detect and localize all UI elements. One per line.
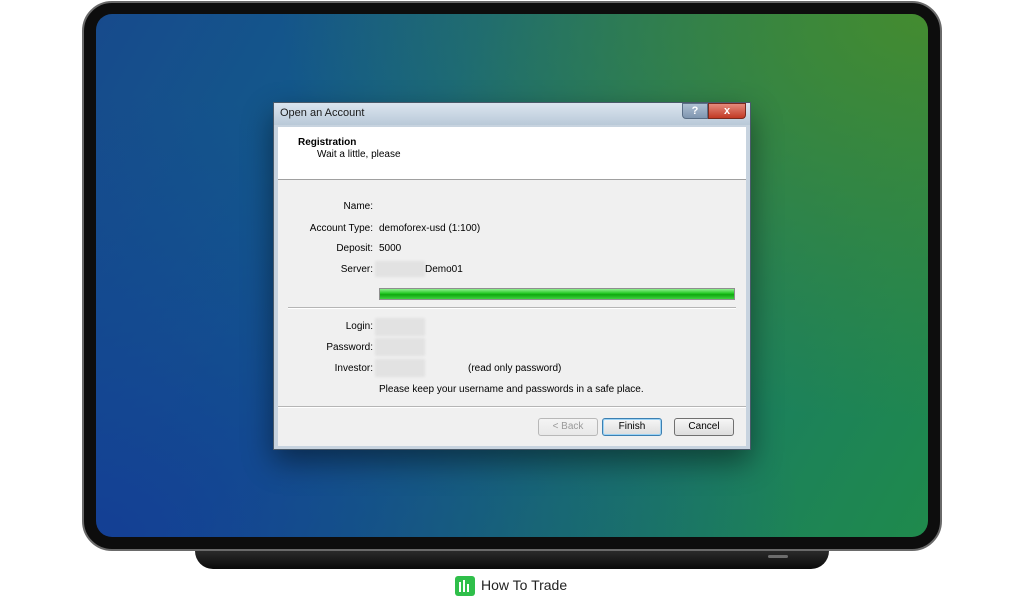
wizard-header: Registration Wait a little, please: [278, 127, 746, 180]
wizard-body: Name: Account Type: demoforex-usd (1:100…: [278, 180, 746, 446]
deposit-label: Deposit:: [336, 243, 373, 254]
close-button[interactable]: x: [708, 103, 746, 119]
server-redacted: [375, 261, 425, 277]
account-type-label: Account Type:: [309, 223, 373, 234]
password-label: Password:: [326, 342, 373, 353]
name-label: Name:: [343, 201, 373, 212]
registration-progress-bar: [379, 288, 735, 300]
server-label: Server:: [340, 264, 373, 275]
finish-button[interactable]: Finish: [602, 418, 662, 436]
cancel-button[interactable]: Cancel: [674, 418, 734, 436]
wizard-step-title: Registration: [298, 137, 357, 148]
open-account-dialog: Open an Account ? x Registration Wait a …: [273, 102, 751, 450]
account-type-value: demoforex-usd (1:100): [379, 223, 481, 234]
separator-top: [288, 307, 736, 309]
bar-chart-icon: [455, 576, 475, 596]
progress-fill: [380, 289, 734, 299]
dialog-titlebar[interactable]: Open an Account ? x: [274, 103, 750, 125]
keep-safe-note: Please keep your username and passwords …: [379, 384, 644, 395]
investor-note: (read only password): [468, 363, 562, 374]
investor-redacted: [375, 359, 425, 377]
password-redacted: [375, 338, 425, 356]
wizard-step-subtitle: Wait a little, please: [317, 149, 401, 160]
deposit-value: 5000: [379, 243, 402, 254]
laptop-indicator: [768, 555, 788, 558]
separator-bottom: [278, 406, 746, 408]
server-value: Demo01: [425, 264, 463, 275]
brand-name: How To Trade: [481, 577, 568, 593]
back-button[interactable]: < Back: [538, 418, 598, 436]
dialog-title: Open an Account: [280, 107, 365, 119]
login-redacted: [375, 318, 425, 336]
help-button[interactable]: ?: [682, 103, 708, 119]
investor-label: Investor:: [334, 363, 373, 374]
login-label: Login:: [345, 321, 373, 332]
laptop-base: [195, 551, 829, 569]
